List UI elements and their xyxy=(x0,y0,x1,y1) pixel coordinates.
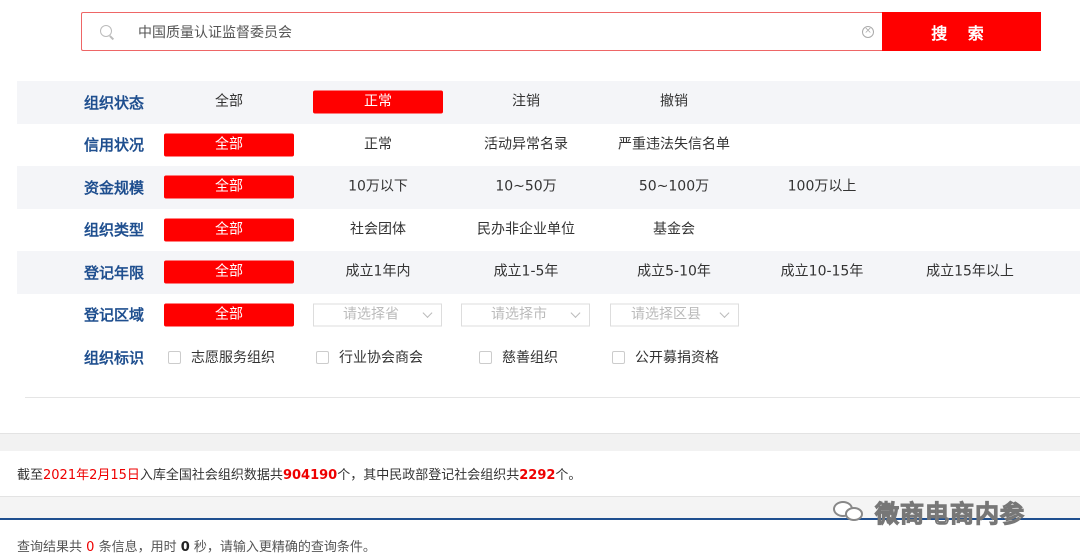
option-revoked[interactable]: 撤销 xyxy=(609,91,739,114)
search-box[interactable]: × xyxy=(81,12,882,51)
checkbox-volunteer[interactable]: 志愿服务组织 xyxy=(168,347,275,367)
checkbox-public-fundraising[interactable]: 公开募捐资格 xyxy=(612,347,719,367)
filter-row-capital: 资金规模 全部 10万以下 10~50万 50~100万 100万以上 xyxy=(17,166,1080,209)
watermark-text: 微商电商内参 xyxy=(875,500,1025,529)
checkbox-box[interactable] xyxy=(168,350,181,364)
option-years-1[interactable]: 成立1年内 xyxy=(313,261,443,284)
checkbox-label: 公开募捐资格 xyxy=(635,350,719,367)
stats-date: 2021年2月15日 xyxy=(43,468,140,483)
option-years-5[interactable]: 成立15年以上 xyxy=(905,261,1035,284)
city-select[interactable]: 请选择市 xyxy=(461,303,590,327)
chevron-up-icon xyxy=(608,406,617,416)
option-dishonest-list[interactable]: 严重违法失信名单 xyxy=(609,133,739,156)
option-years-3[interactable]: 成立5-10年 xyxy=(609,261,739,284)
filter-row-years: 登记年限 全部 成立1年内 成立1-5年 成立5-10年 成立10-15年 成立… xyxy=(17,251,1080,294)
stats-ministry-count: 2292 xyxy=(519,468,556,483)
option-all[interactable]: 全部 xyxy=(164,303,294,327)
filter-row-region: 登记区域 全部 请选择省 请选择市 请选择区县 xyxy=(17,294,1080,337)
filter-row-credit: 信用状况 全部 正常 活动异常名录 严重违法失信名单 xyxy=(17,124,1080,167)
filter-row-type: 组织类型 全部 社会团体 民办非企业单位 基金会 xyxy=(17,209,1080,252)
chevron-down-icon xyxy=(422,307,433,318)
result-count: 0 xyxy=(86,540,95,555)
stats-prefix: 截至 xyxy=(17,468,44,483)
option-all[interactable]: 全部 xyxy=(164,260,294,284)
option-normal[interactable]: 正常 xyxy=(313,90,443,114)
province-select[interactable]: 请选择省 xyxy=(313,303,442,327)
search-input[interactable] xyxy=(138,23,838,40)
option-all[interactable]: 全部 xyxy=(164,91,294,114)
stats-total: 904190 xyxy=(282,468,338,483)
checkbox-label: 行业协会商会 xyxy=(339,350,423,367)
stats-mid2: 个，其中民政部登记社会组织共 xyxy=(337,468,520,483)
option-all[interactable]: 全部 xyxy=(164,133,294,157)
collapse-filters-button[interactable]: 收起筛选条件 xyxy=(501,399,638,421)
option-foundation[interactable]: 基金会 xyxy=(609,218,739,241)
option-all[interactable]: 全部 xyxy=(164,218,294,242)
result-p2: 条信息，用时 xyxy=(98,540,177,555)
page: × 搜 索 组织状态 全部 正常 注销 撤销 信用状况 全部 正常 活动异常名录… xyxy=(0,0,1080,558)
stats-suffix: 个。 xyxy=(555,468,582,483)
chevron-down-icon xyxy=(719,307,730,318)
checkbox-label: 慈善组织 xyxy=(502,350,558,367)
filter-row-status: 组织状态 全部 正常 注销 撤销 xyxy=(17,81,1080,124)
result-time: 0 xyxy=(180,540,190,555)
watermark: 微商电商内参 xyxy=(833,494,1025,529)
search-bar: × 搜 索 xyxy=(81,12,1041,51)
stats-mid1: 入库全国社会组织数据共 xyxy=(139,468,283,483)
city-select-value: 请选择市 xyxy=(491,306,547,323)
result-p1: 查询结果共 xyxy=(17,540,83,555)
option-years-4[interactable]: 成立10-15年 xyxy=(757,261,887,284)
divider xyxy=(25,397,1080,398)
option-all[interactable]: 全部 xyxy=(164,175,294,199)
option-social-group[interactable]: 社会团体 xyxy=(313,218,443,241)
option-capital-1[interactable]: 10万以下 xyxy=(313,176,443,199)
option-years-2[interactable]: 成立1-5年 xyxy=(461,261,591,284)
collapse-label: 收起筛选条件 xyxy=(523,402,602,417)
filter-row-mark: 组织标识 志愿服务组织 行业协会商会 慈善组织 公开募捐资格 xyxy=(17,336,1080,379)
checkbox-box[interactable] xyxy=(316,350,329,364)
filter-label: 组织类型 xyxy=(84,221,145,240)
search-button[interactable]: 搜 索 xyxy=(882,12,1041,51)
option-abnormal-list[interactable]: 活动异常名录 xyxy=(461,133,591,156)
filter-label: 组织标识 xyxy=(84,348,145,367)
district-select[interactable]: 请选择区县 xyxy=(610,303,739,327)
checkbox-box[interactable] xyxy=(479,350,492,364)
option-capital-4[interactable]: 100万以上 xyxy=(757,176,887,199)
chevron-down-icon xyxy=(570,307,581,318)
option-normal[interactable]: 正常 xyxy=(313,133,443,156)
option-capital-3[interactable]: 50~100万 xyxy=(609,176,739,199)
province-select-value: 请选择省 xyxy=(343,306,399,323)
option-capital-2[interactable]: 10~50万 xyxy=(461,176,591,199)
stats-text: 截至2021年2月15日入库全国社会组织数据共904190个，其中民政部登记社会… xyxy=(17,464,581,483)
checkbox-box[interactable] xyxy=(612,350,625,364)
filter-label: 登记区域 xyxy=(84,306,145,325)
search-icon xyxy=(100,24,114,39)
district-select-value: 请选择区县 xyxy=(631,306,701,323)
filter-label: 组织状态 xyxy=(84,93,145,112)
filter-label: 登记年限 xyxy=(84,263,145,282)
checkbox-association[interactable]: 行业协会商会 xyxy=(316,347,423,367)
checkbox-charity[interactable]: 慈善组织 xyxy=(479,347,558,367)
filter-label: 资金规模 xyxy=(84,178,145,197)
filter-label: 信用状况 xyxy=(84,136,145,155)
clear-icon[interactable]: × xyxy=(862,26,874,38)
result-p3: 秒，请输入更精确的查询条件。 xyxy=(193,540,376,555)
filter-panel: 组织状态 全部 正常 注销 撤销 信用状况 全部 正常 活动异常名录 严重违法失… xyxy=(17,81,1080,379)
option-private-nonenterprise[interactable]: 民办非企业单位 xyxy=(461,218,591,241)
section-band xyxy=(0,433,1080,451)
option-cancelled[interactable]: 注销 xyxy=(461,91,591,114)
wechat-icon xyxy=(833,499,867,525)
result-summary: 查询结果共 0 条信息，用时 0 秒，请输入更精确的查询条件。 xyxy=(17,536,376,555)
checkbox-label: 志愿服务组织 xyxy=(191,350,275,367)
